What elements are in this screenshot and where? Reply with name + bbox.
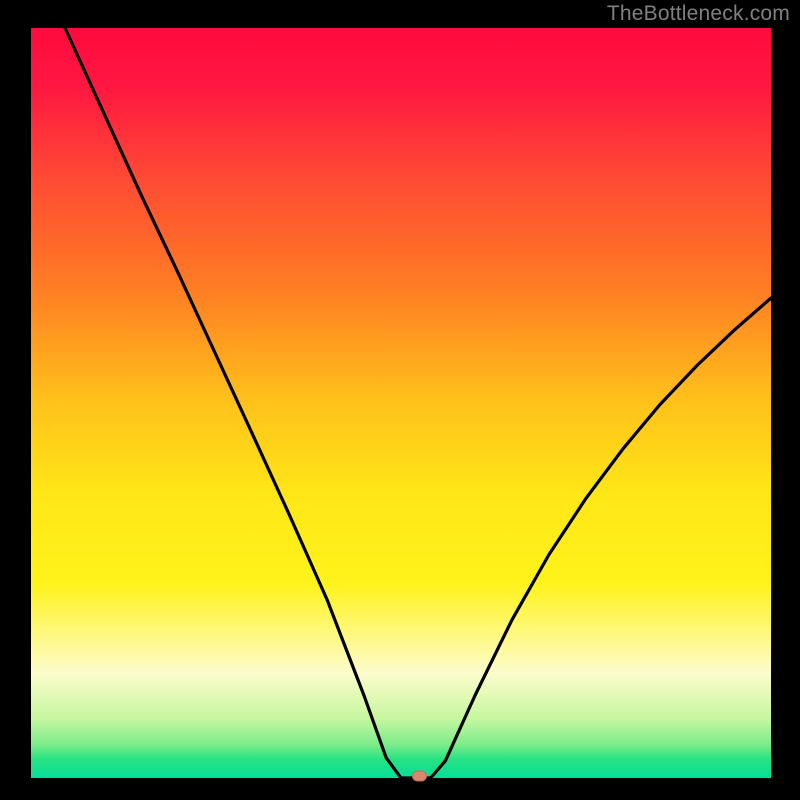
watermark-text: TheBottleneck.com: [607, 2, 790, 26]
chart-svg: [0, 0, 800, 800]
optimal-point-marker: [413, 771, 427, 781]
chart-container: { "watermark": "TheBottleneck.com", "col…: [0, 0, 800, 800]
